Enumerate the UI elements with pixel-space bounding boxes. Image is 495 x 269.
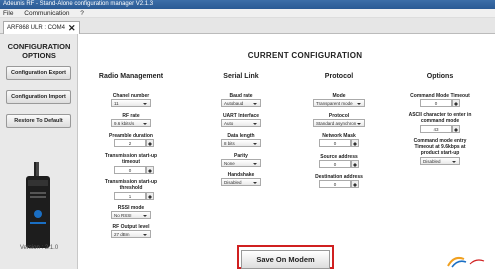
network-mask-spinner[interactable] [351,139,359,147]
tx-startup-timeout-input[interactable]: 0 [114,166,146,174]
options-header: Options [426,73,454,80]
cmd-timeout-spinner[interactable] [452,99,460,107]
rf-output-level-select[interactable]: 27 dBm [111,230,151,238]
radio-management-header: Radio Management [98,73,164,80]
page-title: CURRENT CONFIGURATION [247,51,363,60]
tab-label: ARF868 ULR : COM4 [7,25,66,31]
menu-help[interactable]: ? [80,10,84,17]
cmd-entry-label: Command mode entry Timeout at 9.6kbps at… [404,138,476,156]
restore-default-button[interactable]: Restore To Default [6,114,71,128]
configuration-import-button[interactable]: Configuration Import [6,90,71,104]
protocol-select[interactable]: Standard asynchron [313,119,365,127]
tx-startup-threshold-spinner[interactable] [146,192,154,200]
tab-bar: ARF868 ULR : COM4 ✕ [0,18,495,34]
ascii-char-label: ASCII character to enter in command mode [404,112,476,124]
network-mask-input[interactable]: 0 [319,139,351,147]
save-on-modem-button[interactable]: Save On Modem [241,250,330,269]
cmd-entry-label-3: product start-up [420,150,460,156]
tx-startup-threshold-input[interactable]: 1 [114,192,146,200]
ascii-char-spinner[interactable] [452,125,460,133]
data-length-select[interactable]: 8 bits [221,139,261,147]
source-address-spinner[interactable] [351,160,359,168]
baud-rate-select[interactable]: Autobaud [221,99,261,107]
ascii-char-input[interactable]: 43 [420,125,452,133]
adeunis-logo-icon [447,256,485,268]
destination-address-spinner[interactable] [351,180,359,188]
sidebar-title-line1: CONFIGURATION [7,42,71,51]
window-title: Adeunis RF - Stand-Alone configuration m… [0,0,495,9]
preamble-duration-input[interactable]: 2 [114,139,146,147]
rf-rate-select[interactable]: 9.6 kbits/s [111,119,151,127]
source-address-input[interactable]: 0 [319,160,351,168]
handshake-select[interactable]: Disabled [221,178,261,186]
tab-device[interactable]: ARF868 ULR : COM4 ✕ [3,21,80,34]
tx-startup-timeout-spinner[interactable] [146,166,154,174]
cmd-timeout-input[interactable]: 0 [420,99,452,107]
configuration-export-button[interactable]: Configuration Export [6,66,71,80]
parity-select[interactable]: None [221,159,261,167]
channel-number-select[interactable]: 11 [111,99,151,107]
sidebar-title-line2: OPTIONS [22,51,56,60]
tx-startup-threshold-label-2: threshold [119,185,143,191]
menu-bar: File Communication ? [0,9,495,18]
ascii-char-label-2: command mode [420,118,460,124]
close-icon[interactable]: ✕ [68,23,76,33]
preamble-spinner[interactable] [146,139,154,147]
cmd-entry-select[interactable]: Disabled [420,157,460,165]
uart-interface-select[interactable]: Auto [221,119,261,127]
menu-communication[interactable]: Communication [24,10,69,17]
menu-file[interactable]: File [3,10,13,17]
modem-device-icon [26,162,50,248]
protocol-header: Protocol [324,73,354,80]
tx-startup-timeout-label: Transmission start-up timeout [95,153,167,165]
sidebar-title: CONFIGURATION OPTIONS [0,42,78,60]
serial-link-header: Serial Link [223,73,259,80]
tx-startup-threshold-label: Transmission start-up threshold [95,179,167,191]
sidebar: CONFIGURATION OPTIONS Configuration Expo… [0,34,78,269]
rssi-mode-select[interactable]: No RSSI [111,211,151,219]
mode-select[interactable]: Transparent mode [313,99,365,107]
window-title-text: Adeunis RF - Stand-Alone configuration m… [3,1,154,7]
version-label: Version : 2.1.0 [19,245,59,251]
destination-address-input[interactable]: 0 [319,180,351,188]
tx-startup-timeout-label-2: timeout [121,159,141,165]
